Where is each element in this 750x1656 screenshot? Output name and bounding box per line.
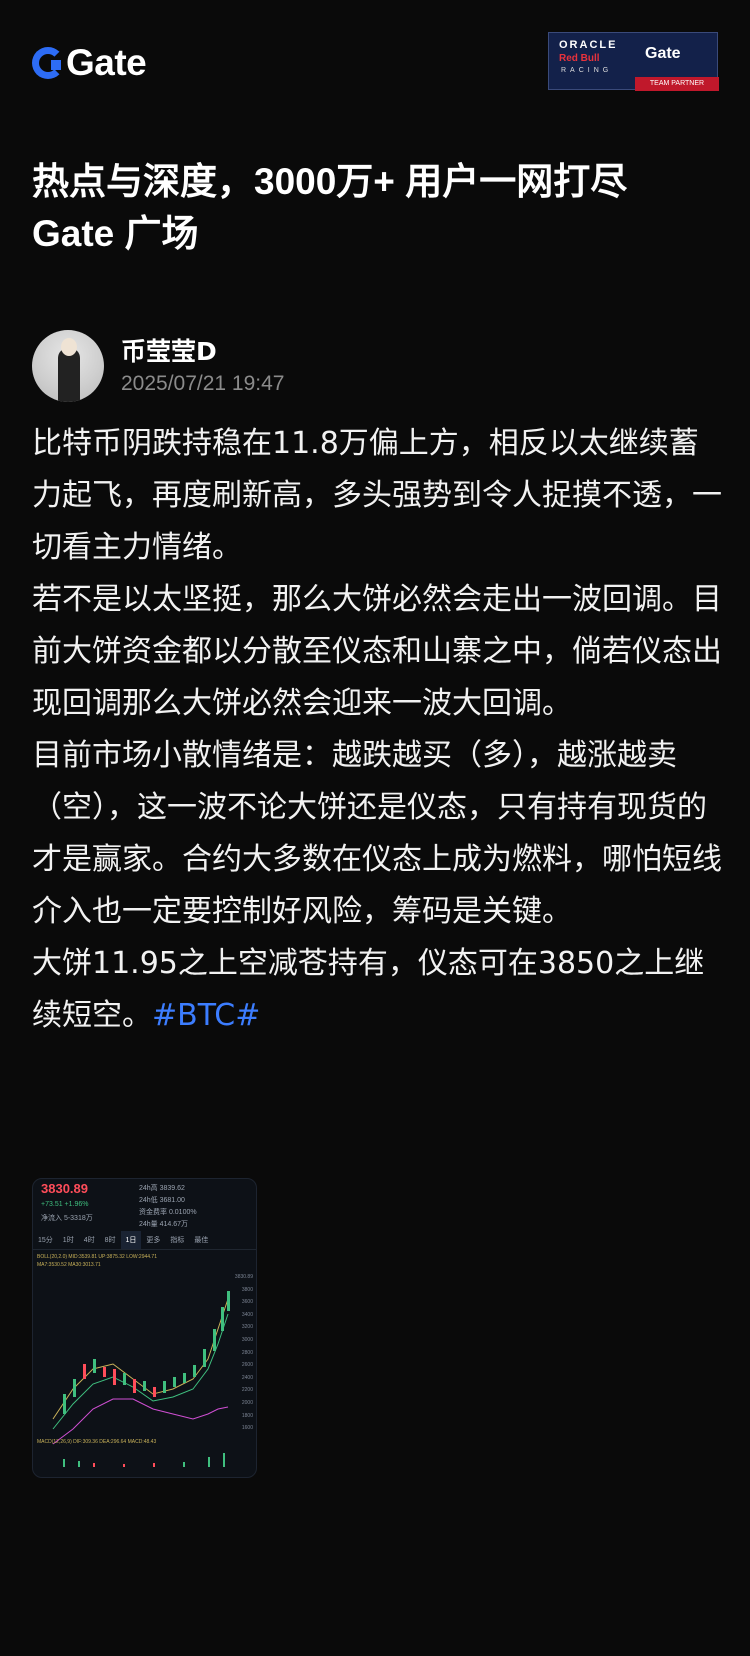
chart-axis-label: 3800 xyxy=(241,1286,253,1293)
team-partner-badge: ORACLE Red Bull RACING Gate TEAM PARTNER xyxy=(548,32,719,91)
chart-macd-label: MACD(12,26,9) DIF:309.36 DEA:296.64 MACD… xyxy=(37,1439,157,1445)
chart-axis-label: 2200 xyxy=(241,1387,253,1394)
avatar[interactable] xyxy=(32,330,104,402)
chart-axis-label: 2000 xyxy=(241,1399,253,1406)
chart-price: 3830.89 xyxy=(41,1181,88,1196)
chart-axis-label: 3400 xyxy=(241,1311,253,1318)
chart-axis-label: 1800 xyxy=(241,1412,253,1419)
chart-axis-label: 3200 xyxy=(241,1324,253,1331)
chart-indicator-line: MA7:3530.52 MA30:3013.71 xyxy=(37,1262,101,1268)
chart-funding: 净流入 5-3318万 xyxy=(41,1215,93,1222)
chart-tab: 更多 xyxy=(146,1237,161,1244)
chart-tab: 4时 xyxy=(83,1237,95,1244)
post-paragraph-3: 目前市场小散情绪是：越跌越买（多），越涨越卖（空），这一波不论大饼还是仪态，只有… xyxy=(32,738,722,929)
gate-logo-icon xyxy=(32,47,64,79)
chart-axis-label: 3600 xyxy=(241,1299,253,1306)
chart-axis-label: 3000 xyxy=(241,1336,253,1343)
chart-tab: 8时 xyxy=(104,1237,116,1244)
chart-stat: 24h高 3839.62 xyxy=(139,1185,185,1192)
post-timestamp: 2025/07/21 19:47 xyxy=(121,372,285,395)
chart-change: +73.51 +1.96% xyxy=(41,1201,89,1208)
headline-line-2: Gate 广场 xyxy=(32,213,199,254)
author-block[interactable]: 币莹莹D 2025/07/21 19:47 xyxy=(32,330,722,402)
gate-logo[interactable]: Gate xyxy=(32,42,147,84)
avatar-face xyxy=(61,338,77,356)
chart-axis-label: 1600 xyxy=(241,1425,253,1432)
badge-racing-text: RACING xyxy=(561,67,613,74)
chart-axis-label: 2600 xyxy=(241,1362,253,1369)
chart-candles-graphic xyxy=(52,1291,230,1467)
chart-candles xyxy=(63,1291,230,1414)
page-headline: 热点与深度，3000万+ 用户一网打尽 Gate 广场 xyxy=(32,156,722,260)
badge-partner-text: TEAM PARTNER xyxy=(635,77,719,91)
chart-price-axis: 3830.89 3800 3600 3400 3200 3000 2800 26… xyxy=(229,1271,253,1435)
chart-timeframe-tabs: 15分 1时 4时 8时 1日 更多 指标 最佳 xyxy=(33,1231,256,1250)
post-paragraph-2: 若不是以太坚挺，那么大饼必然会走出一波回调。目前大饼资金都以分散至仪态和山寨之中… xyxy=(32,582,722,721)
chart-tab: 指标 xyxy=(170,1237,185,1244)
headline-line-1: 热点与深度，3000万+ 用户一网打尽 xyxy=(32,161,628,202)
chart-stat: 24h低 3681.00 xyxy=(139,1197,185,1204)
chart-axis-label: 2800 xyxy=(241,1349,253,1356)
chart-axis-label: 3830.89 xyxy=(234,1274,253,1280)
post-paragraph-4-text: 大饼11.95之上空减苍持有，仪态可在3850之上继续短空。 xyxy=(32,946,705,1033)
post-body: 比特币阴跌持稳在11.8万偏上方，相反以太继续蓄力起飞，再度刷新高，多头强势到令… xyxy=(32,418,722,1042)
app-header: Gate ORACLE Red Bull RACING Gate TEAM PA… xyxy=(0,0,750,110)
avatar-figure xyxy=(58,348,80,402)
chart-indicator-line: BOLL(20,2.0) MID:3539.81 UP:3875.32 LOW:… xyxy=(37,1254,157,1260)
author-name[interactable]: 币莹莹D xyxy=(121,332,217,368)
chart-tab: 1时 xyxy=(62,1237,74,1244)
post-paragraph-1: 比特币阴跌持稳在11.8万偏上方，相反以太继续蓄力起飞，再度刷新高，多头强势到令… xyxy=(32,426,722,565)
badge-gate-text: Gate xyxy=(645,45,681,62)
chart-tab: 最佳 xyxy=(194,1237,209,1244)
chart-axis-label: 2400 xyxy=(241,1374,253,1381)
chart-tab: 15分 xyxy=(38,1237,53,1244)
chart-macd-bars xyxy=(63,1453,225,1467)
gate-logo-text: Gate xyxy=(66,42,147,83)
chart-stat: 资金费率 0.0100% xyxy=(139,1209,197,1216)
chart-stat: 24h量 414.67万 xyxy=(139,1221,189,1228)
badge-redbull-text: Red Bull xyxy=(559,53,600,64)
chart-screenshot-image[interactable]: 3830.89 +73.51 +1.96% 净流入 5-3318万 24h高 3… xyxy=(32,1178,257,1478)
post-paragraph-4: 大饼11.95之上空减苍持有，仪态可在3850之上继续短空。#BTC# xyxy=(32,938,722,1042)
chart-indicator-labels: BOLL(20,2.0) MID:3539.81 UP:3875.32 LOW:… xyxy=(37,1253,157,1269)
badge-oracle-text: ORACLE xyxy=(559,39,618,51)
hashtag-link[interactable]: #BTC# xyxy=(152,998,260,1033)
chart-stats: 24h高 3839.62 24h低 3681.00 资金费率 0.0100% 2… xyxy=(139,1183,249,1231)
chart-tab-active: 1日 xyxy=(120,1231,142,1249)
